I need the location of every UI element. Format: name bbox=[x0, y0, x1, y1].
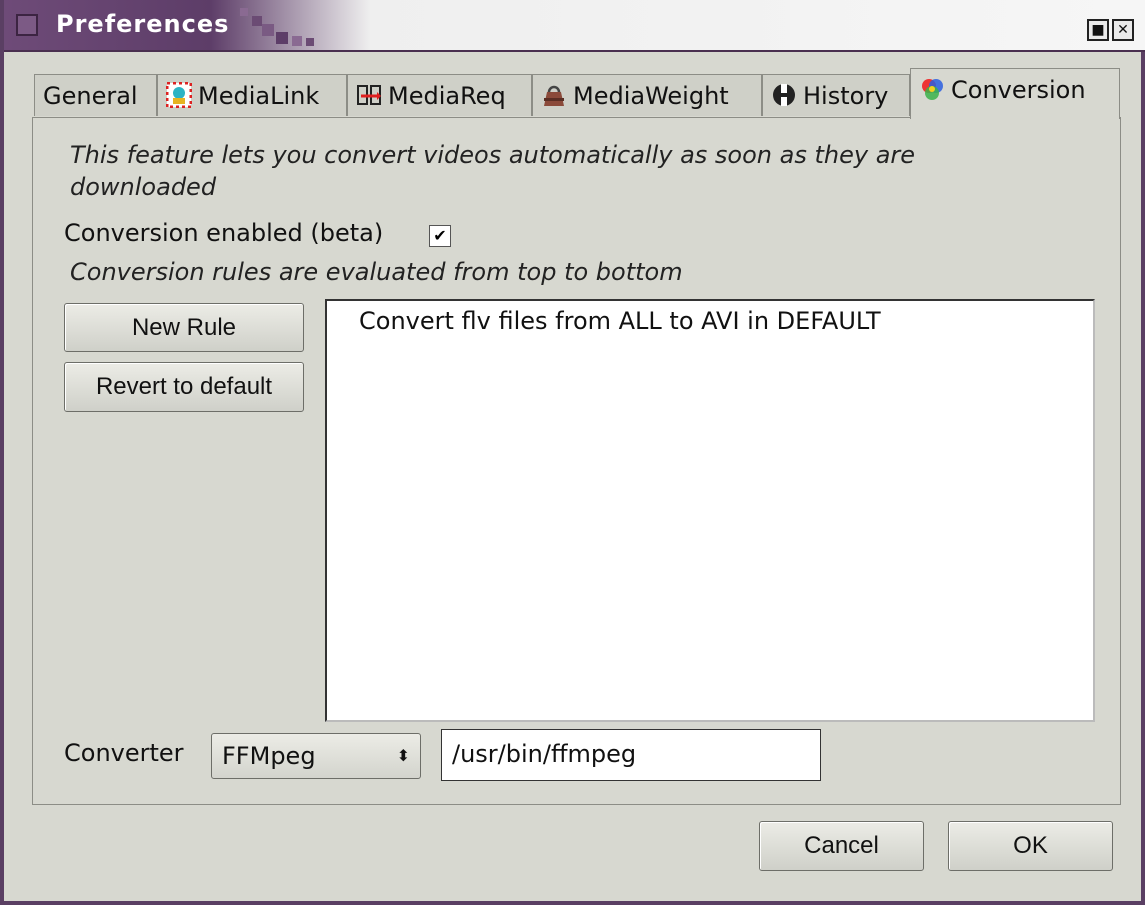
window-title: Preferences bbox=[56, 10, 230, 38]
window-menu-icon[interactable] bbox=[16, 14, 38, 36]
tab-mediareq[interactable]: MediaReq bbox=[347, 74, 532, 116]
tab-general[interactable]: General bbox=[34, 74, 157, 116]
converter-path-input[interactable]: /usr/bin/ffmpeg bbox=[441, 729, 821, 781]
select-arrows-icon: ⬍ bbox=[396, 746, 410, 765]
converter-select[interactable]: FFMpeg ⬍ bbox=[211, 733, 421, 779]
tab-mediaweight[interactable]: MediaWeight bbox=[532, 74, 762, 116]
title-bar[interactable]: Preferences ■ ✕ bbox=[4, 0, 1145, 52]
ok-button[interactable]: OK bbox=[948, 821, 1113, 871]
revert-to-default-button[interactable]: Revert to default bbox=[64, 362, 304, 412]
tab-history[interactable]: History bbox=[762, 74, 910, 116]
tab-label: MediaReq bbox=[388, 82, 506, 110]
tab-medialink[interactable]: MediaLink bbox=[157, 74, 347, 116]
converter-selected-value: FFMpeg bbox=[222, 742, 316, 770]
medialink-icon bbox=[166, 82, 192, 108]
minimize-button[interactable]: ■ bbox=[1087, 19, 1109, 41]
converter-label: Converter bbox=[64, 739, 184, 767]
cancel-button[interactable]: Cancel bbox=[759, 821, 924, 871]
conversion-enabled-label: Conversion enabled (beta) bbox=[64, 219, 384, 247]
tab-label: Conversion bbox=[951, 76, 1086, 104]
new-rule-button[interactable]: New Rule bbox=[64, 303, 304, 352]
mediareq-icon bbox=[357, 85, 381, 105]
conversion-rules-list[interactable]: Convert flv files from ALL to AVI in DEF… bbox=[325, 299, 1095, 722]
weight-icon bbox=[544, 85, 564, 106]
titlebar-decoration-icon bbox=[240, 8, 314, 46]
tab-conversion[interactable]: Conversion bbox=[910, 68, 1120, 119]
tab-label: General bbox=[43, 82, 138, 110]
tab-label: MediaWeight bbox=[573, 82, 729, 110]
tab-label: MediaLink bbox=[198, 82, 320, 110]
rules-order-note: Conversion rules are evaluated from top … bbox=[70, 258, 683, 286]
history-icon bbox=[773, 84, 795, 106]
list-item[interactable]: Convert flv files from ALL to AVI in DEF… bbox=[359, 307, 881, 335]
preferences-window: Preferences ■ ✕ General MediaLink MediaR… bbox=[0, 0, 1145, 905]
feature-description: This feature lets you convert videos aut… bbox=[70, 141, 916, 201]
conversion-icon bbox=[922, 79, 943, 100]
conversion-enabled-checkbox[interactable]: ✔ bbox=[429, 225, 451, 247]
close-button[interactable]: ✕ bbox=[1112, 19, 1134, 41]
tab-label: History bbox=[803, 82, 889, 110]
